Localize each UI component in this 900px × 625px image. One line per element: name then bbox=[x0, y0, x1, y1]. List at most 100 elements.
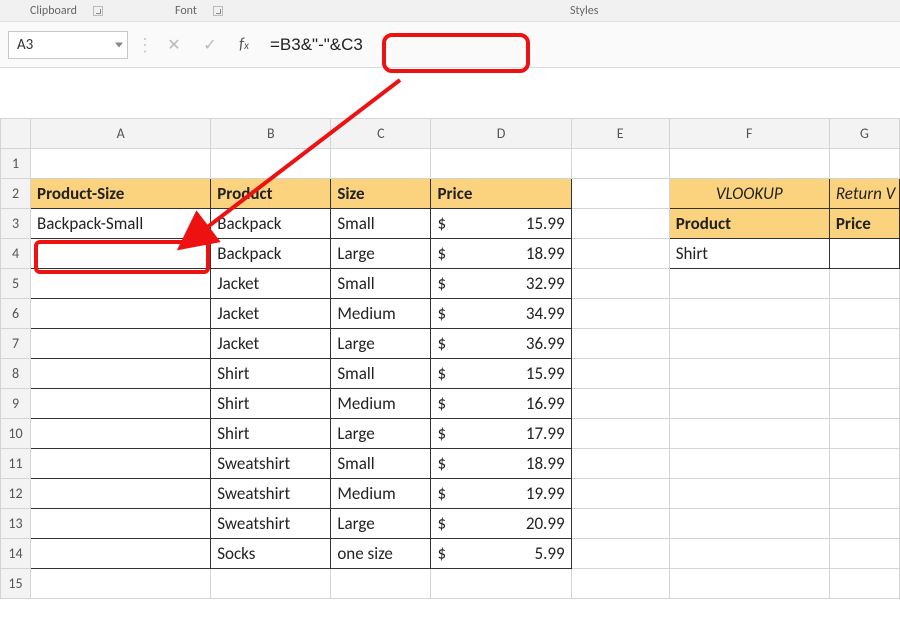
cell[interactable] bbox=[829, 419, 899, 449]
cell[interactable]: Medium bbox=[331, 479, 431, 509]
cell[interactable] bbox=[31, 299, 211, 329]
grid[interactable]: A B C D E F G 1 2 Product-Size Product S… bbox=[0, 118, 900, 599]
row-header[interactable]: 14 bbox=[1, 539, 31, 569]
cancel-icon[interactable]: ✕ bbox=[160, 31, 188, 59]
cell[interactable] bbox=[669, 509, 829, 539]
cell[interactable] bbox=[669, 149, 829, 179]
cell[interactable] bbox=[571, 179, 669, 209]
name-box[interactable]: A3 bbox=[8, 31, 128, 59]
cell[interactable]: $32.99 bbox=[431, 269, 571, 299]
cell[interactable] bbox=[31, 569, 211, 599]
font-dialog-launcher-icon[interactable] bbox=[213, 6, 223, 16]
cell[interactable]: Socks bbox=[211, 539, 331, 569]
row-header[interactable]: 12 bbox=[1, 479, 31, 509]
cell[interactable] bbox=[331, 569, 431, 599]
row-header[interactable]: 13 bbox=[1, 509, 31, 539]
cell[interactable]: $15.99 bbox=[431, 359, 571, 389]
cell[interactable] bbox=[829, 389, 899, 419]
cell[interactable]: Medium bbox=[331, 389, 431, 419]
row-header[interactable]: 5 bbox=[1, 269, 31, 299]
cell[interactable]: $20.99 bbox=[431, 509, 571, 539]
cell-b3[interactable]: Backpack bbox=[211, 209, 331, 239]
cell[interactable] bbox=[31, 449, 211, 479]
row-header[interactable]: 2 bbox=[1, 179, 31, 209]
cell-d3[interactable]: $15.99 bbox=[431, 209, 571, 239]
col-header-f[interactable]: F bbox=[669, 119, 829, 149]
cell[interactable] bbox=[31, 329, 211, 359]
cell[interactable]: Sweatshirt bbox=[211, 449, 331, 479]
cell[interactable] bbox=[571, 209, 669, 239]
cell-g2[interactable]: Return V bbox=[829, 179, 899, 209]
cell[interactable] bbox=[571, 509, 669, 539]
col-header-c[interactable]: C bbox=[331, 119, 431, 149]
cell[interactable] bbox=[669, 449, 829, 479]
row-header[interactable]: 15 bbox=[1, 569, 31, 599]
cell[interactable]: Small bbox=[331, 269, 431, 299]
cell[interactable] bbox=[669, 539, 829, 569]
cell[interactable]: $19.99 bbox=[431, 479, 571, 509]
cell[interactable] bbox=[571, 269, 669, 299]
cell[interactable]: Small bbox=[331, 449, 431, 479]
cell[interactable] bbox=[571, 539, 669, 569]
cell[interactable] bbox=[31, 149, 211, 179]
fx-icon[interactable]: fx bbox=[232, 35, 256, 54]
col-header-a[interactable]: A bbox=[31, 119, 211, 149]
cell-g4[interactable] bbox=[829, 239, 899, 269]
chevron-down-icon[interactable] bbox=[115, 42, 123, 47]
cell[interactable] bbox=[571, 239, 669, 269]
cell[interactable] bbox=[431, 569, 571, 599]
row-header[interactable]: 1 bbox=[1, 149, 31, 179]
cell[interactable] bbox=[829, 569, 899, 599]
cell[interactable]: $5.99 bbox=[431, 539, 571, 569]
cell[interactable] bbox=[31, 419, 211, 449]
cell[interactable] bbox=[829, 329, 899, 359]
formula-input[interactable] bbox=[264, 31, 892, 59]
cell[interactable] bbox=[669, 329, 829, 359]
cell[interactable]: $36.99 bbox=[431, 329, 571, 359]
cell-c2[interactable]: Size bbox=[331, 179, 431, 209]
cell[interactable]: Medium bbox=[331, 299, 431, 329]
cell[interactable]: Jacket bbox=[211, 269, 331, 299]
cell[interactable] bbox=[571, 299, 669, 329]
cell[interactable]: $18.99 bbox=[431, 449, 571, 479]
cell[interactable] bbox=[331, 149, 431, 179]
cell-f3[interactable]: Product bbox=[669, 209, 829, 239]
cell[interactable] bbox=[829, 449, 899, 479]
cell[interactable]: Shirt bbox=[211, 389, 331, 419]
cell[interactable] bbox=[431, 149, 571, 179]
cell[interactable]: $34.99 bbox=[431, 299, 571, 329]
cell-d2[interactable]: Price bbox=[431, 179, 571, 209]
cell[interactable] bbox=[31, 269, 211, 299]
cell[interactable] bbox=[571, 329, 669, 359]
cell[interactable] bbox=[571, 569, 669, 599]
cell[interactable] bbox=[31, 359, 211, 389]
cell[interactable]: Jacket bbox=[211, 329, 331, 359]
row-header[interactable]: 3 bbox=[1, 209, 31, 239]
cell[interactable]: Shirt bbox=[211, 419, 331, 449]
cell[interactable] bbox=[211, 149, 331, 179]
cell[interactable] bbox=[669, 569, 829, 599]
cell-g3[interactable]: Price bbox=[829, 209, 899, 239]
cell[interactable]: Small bbox=[331, 359, 431, 389]
cell-f4[interactable]: Shirt bbox=[669, 239, 829, 269]
cell[interactable]: Large bbox=[331, 239, 431, 269]
row-header[interactable]: 6 bbox=[1, 299, 31, 329]
cell[interactable] bbox=[829, 149, 899, 179]
row-header[interactable]: 4 bbox=[1, 239, 31, 269]
row-header[interactable]: 7 bbox=[1, 329, 31, 359]
cell-c3[interactable]: Small bbox=[331, 209, 431, 239]
cell[interactable] bbox=[571, 449, 669, 479]
cell[interactable] bbox=[669, 389, 829, 419]
cell-f2[interactable]: VLOOKUP bbox=[669, 179, 829, 209]
cell-a3[interactable]: Backpack-Small bbox=[31, 209, 211, 239]
cell-b2[interactable]: Product bbox=[211, 179, 331, 209]
cell[interactable]: Backpack bbox=[211, 239, 331, 269]
cell[interactable]: $16.99 bbox=[431, 389, 571, 419]
cell[interactable]: Large bbox=[331, 329, 431, 359]
col-header-d[interactable]: D bbox=[431, 119, 571, 149]
cell[interactable] bbox=[829, 299, 899, 329]
cell[interactable] bbox=[829, 479, 899, 509]
cell[interactable]: $18.99 bbox=[431, 239, 571, 269]
enter-icon[interactable]: ✓ bbox=[196, 31, 224, 59]
worksheet[interactable]: A B C D E F G 1 2 Product-Size Product S… bbox=[0, 118, 900, 599]
